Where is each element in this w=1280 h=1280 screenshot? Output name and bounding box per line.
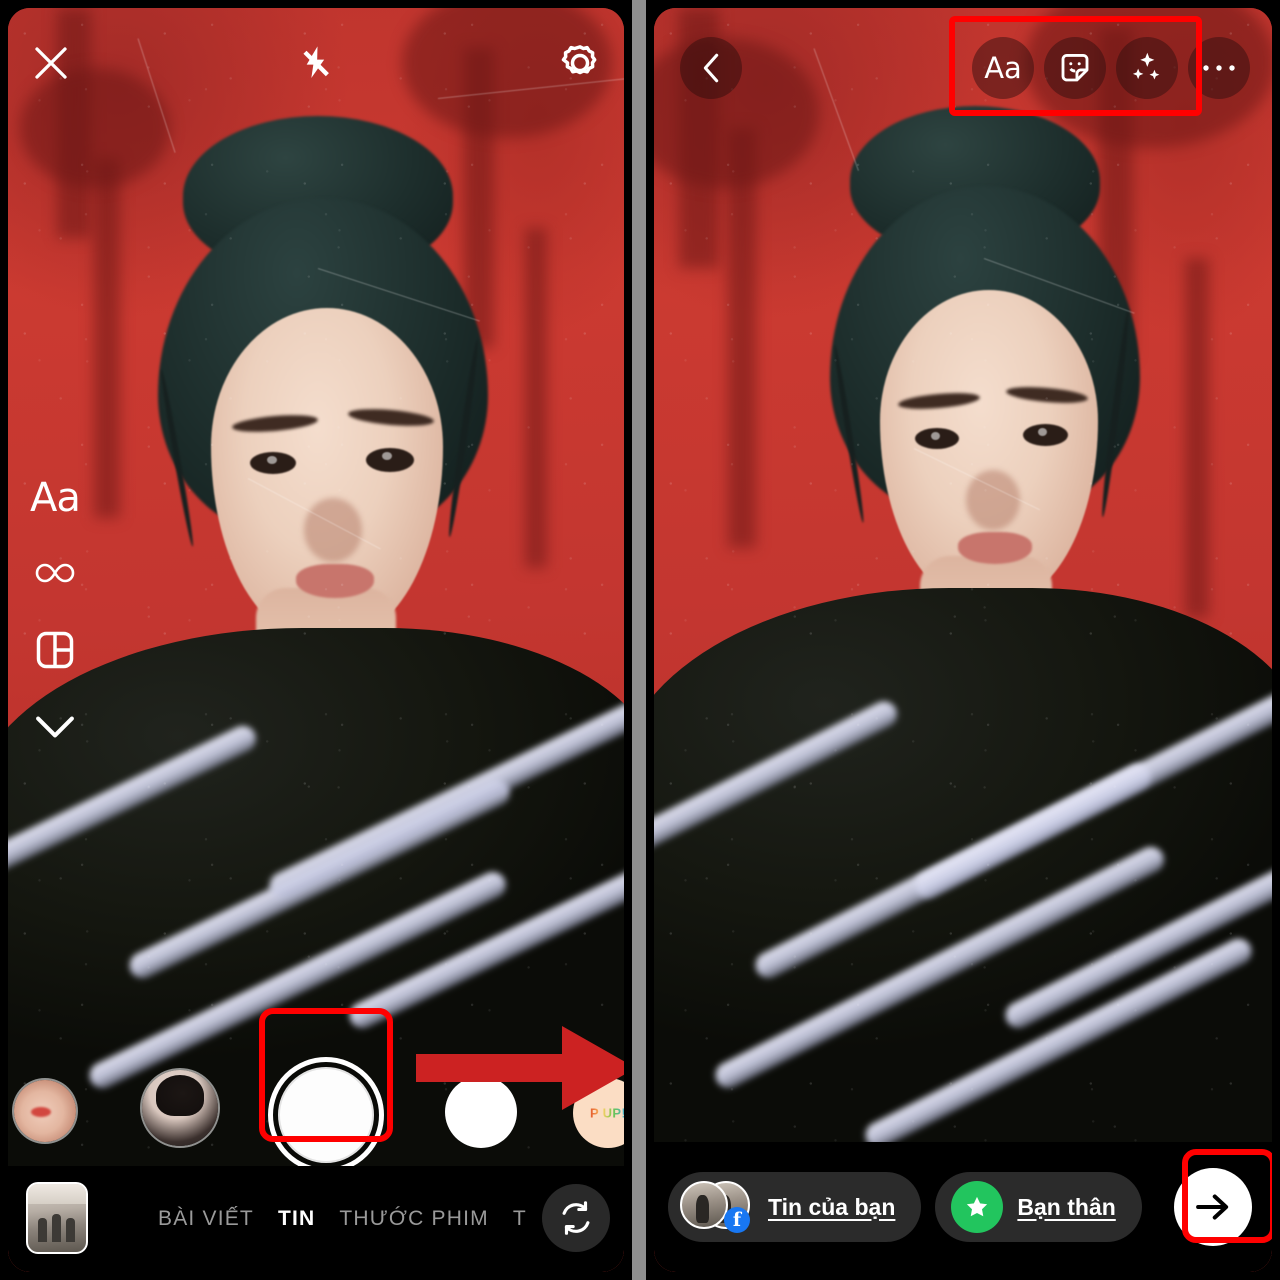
sticker-smiley-icon[interactable] <box>1044 37 1106 99</box>
flip-camera-icon[interactable] <box>542 1184 610 1252</box>
close-x-icon[interactable] <box>30 42 72 84</box>
panel-divider <box>632 0 646 1280</box>
screenshot-stage: Aa P UP! BÀI VIẾT TIN THƯỚC PHIM T Aa f … <box>0 0 1280 1280</box>
story-action-bar: f Tin của bạn Bạn thân <box>654 1142 1272 1272</box>
mode-tab-post[interactable]: BÀI VIẾT <box>158 1207 254 1231</box>
camera-screen: Aa P UP! BÀI VIẾT TIN THƯỚC PHIM T <box>8 8 624 1272</box>
story-editor-screen: Aa f Tin của bạn Bạn thân <box>654 8 1272 1272</box>
avatar-stack: f <box>680 1181 754 1233</box>
effect-thumb-lips[interactable] <box>14 1080 76 1142</box>
text-aa-label: Aa <box>30 475 81 521</box>
close-friends-label: Bạn thân <box>1017 1193 1116 1220</box>
left-phone-panel: Aa P UP! BÀI VIẾT TIN THƯỚC PHIM T <box>0 0 632 1280</box>
chevron-down-icon[interactable] <box>32 712 78 742</box>
text-aa-icon[interactable]: Aa <box>30 475 81 521</box>
story-editor-tool-group: Aa <box>972 37 1250 99</box>
story-editor-top-bar: Aa <box>654 8 1272 128</box>
right-phone-panel: Aa f Tin của bạn Bạn thân <box>646 0 1280 1280</box>
camera-tool-rail: Aa <box>30 475 81 742</box>
shutter-button[interactable] <box>267 1056 385 1174</box>
mode-tab-story[interactable]: TIN <box>278 1207 315 1231</box>
green-star-icon <box>951 1181 1004 1233</box>
close-friends-button[interactable]: Bạn thân <box>935 1172 1142 1242</box>
flash-off-icon[interactable] <box>295 43 335 83</box>
more-dots-icon[interactable] <box>1188 37 1250 99</box>
facebook-badge: f <box>724 1207 750 1233</box>
camera-mode-bar: BÀI VIẾT TIN THƯỚC PHIM T <box>8 1166 624 1272</box>
chevron-left-icon[interactable] <box>680 37 742 99</box>
next-arrow-button[interactable] <box>1174 1168 1252 1246</box>
sparkles-effects-icon[interactable] <box>1116 37 1178 99</box>
your-story-label: Tin của bạn <box>768 1193 896 1220</box>
mode-tab-more[interactable]: T <box>513 1207 527 1231</box>
camera-mode-tabs: BÀI VIẾT TIN THƯỚC PHIM T <box>158 1166 532 1272</box>
text-aa-icon[interactable]: Aa <box>972 37 1034 99</box>
gallery-thumbnail[interactable] <box>26 1182 88 1254</box>
mode-tab-reels[interactable]: THƯỚC PHIM <box>339 1207 488 1231</box>
text-aa-label: Aa <box>984 51 1022 85</box>
your-story-button[interactable]: f Tin của bạn <box>668 1172 922 1242</box>
infinity-boomerang-icon[interactable] <box>32 558 78 588</box>
effect-thumb-portrait[interactable] <box>142 1070 218 1146</box>
avatar <box>680 1181 728 1229</box>
story-preview-photo <box>654 8 1272 1272</box>
camera-top-bar <box>8 8 624 118</box>
layout-grid-icon[interactable] <box>33 628 77 672</box>
gear-icon[interactable] <box>558 41 602 85</box>
pointer-arrow-to-next-step <box>412 1010 624 1126</box>
